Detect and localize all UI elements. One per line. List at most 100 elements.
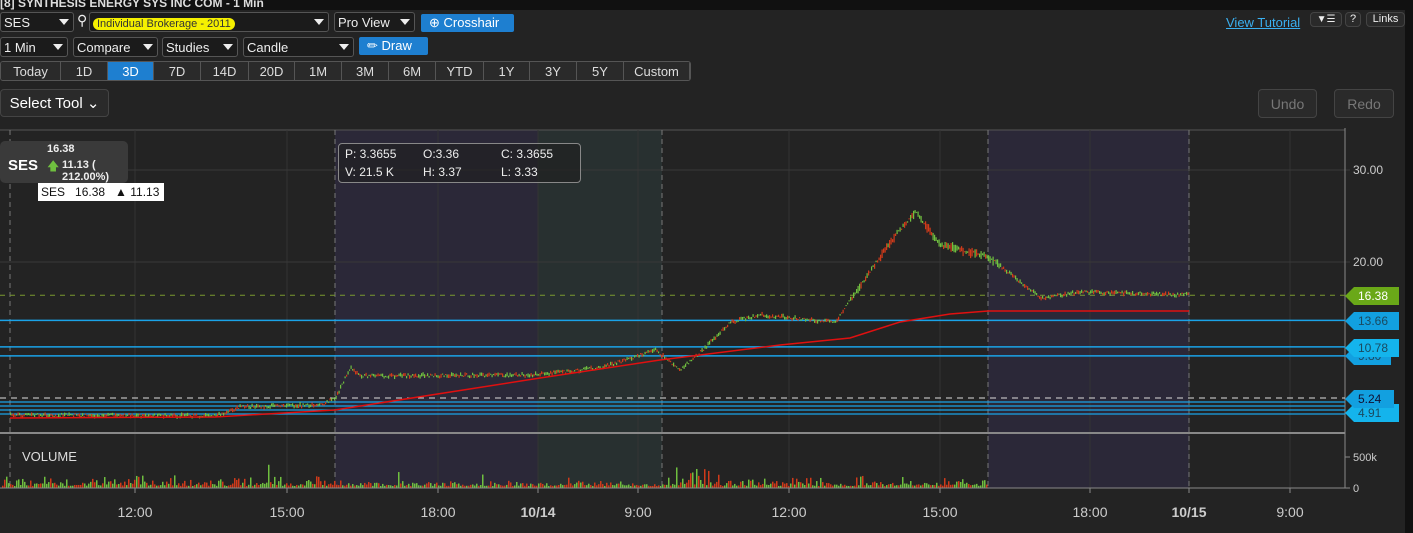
candle [1121,290,1123,294]
range-tab-5y[interactable]: 5Y [577,62,624,80]
candle [658,351,660,354]
volume-bar [926,483,928,488]
interval-value: 1 Min [4,40,36,55]
price-tag-label: 5.24 [1358,392,1382,406]
volume-bar [874,481,876,488]
volume-bar [318,476,320,488]
candle [484,375,486,378]
chevron-down-icon[interactable] [59,19,69,25]
volume-bar [686,482,688,488]
account-select[interactable]: Individual Brokerage - 2011 [89,12,329,32]
draw-button[interactable]: ✏ Draw [359,37,428,55]
candle [394,375,396,380]
candle [1141,292,1143,296]
volume-bar [790,483,792,488]
candle [1090,290,1092,294]
volume-bar [974,484,976,488]
volume-bar [114,479,116,488]
range-tab-3y[interactable]: 3Y [530,62,577,80]
volume-bar [620,481,622,488]
volume-bar [52,483,54,488]
volume-bar [454,482,456,488]
interval-select[interactable]: 1 Min [0,37,68,57]
range-tab-3m[interactable]: 3M [342,62,389,80]
candle [1079,291,1081,295]
candle [634,355,636,358]
candle [920,215,922,223]
candle [596,366,598,369]
compare-select[interactable]: Compare [73,37,158,57]
volume-bar [154,484,156,488]
pre-market-shading [538,130,662,488]
candle [1066,294,1068,297]
candle [230,408,232,411]
candle [815,319,817,324]
volume-bar [588,483,590,488]
candle [617,360,619,362]
candle [547,372,549,375]
range-tab-1d[interactable]: 1D [61,62,108,80]
studies-select[interactable]: Studies [162,37,238,57]
price-chart[interactable]: 30.00 20.00 VOLUME 500k 0 12:00 15:00 18:00 10/1… [0,128,1405,533]
candle [361,374,363,379]
range-tab-6m[interactable]: 6M [389,62,436,80]
candle [397,374,399,377]
candle [488,372,490,377]
range-tab-ytd[interactable]: YTD [436,62,484,80]
volume-bar [30,480,32,488]
range-tab-today[interactable]: Today [1,62,61,80]
candle [806,318,808,320]
volume-bar [704,469,706,488]
candle [173,413,175,417]
candle [1147,292,1149,296]
menu-button[interactable]: ▼☰ [1310,12,1342,27]
candle [716,334,718,337]
volume-bar [442,482,444,488]
candle [766,314,768,319]
range-tab-1m[interactable]: 1M [295,62,342,80]
undo-button[interactable]: Undo [1258,89,1317,118]
candle [605,364,607,367]
range-tab-1y[interactable]: 1Y [484,62,530,80]
view-select[interactable]: Pro View [334,12,415,32]
view-tutorial-link[interactable]: View Tutorial [1226,15,1300,30]
candle [653,348,655,352]
range-tab-7d[interactable]: 7D [154,62,201,80]
volume-bar [954,484,956,488]
candle [472,372,474,376]
range-tab-3d[interactable]: 3D [108,62,154,80]
symbol-input[interactable]: SES [0,12,74,32]
select-tool-button[interactable]: Select Tool ⌄ [0,89,109,117]
candle [425,375,427,377]
links-button[interactable]: Links [1366,12,1405,27]
volume-bar [152,480,154,488]
candle [689,359,691,362]
crosshair-button[interactable]: ⊕ Crosshair [421,14,514,32]
series-legend: SES 16.38 ▲ 11.13 [38,183,164,201]
candle [379,374,381,377]
range-tab-20d[interactable]: 20D [249,62,295,80]
volume-bar [708,470,710,488]
candle [398,373,400,377]
chart-type-select[interactable]: Candle [243,37,354,57]
candle [671,363,673,366]
redo-button[interactable]: Redo [1334,89,1394,118]
candle [836,318,838,323]
candle [736,321,738,323]
volume-bar [196,484,198,488]
candle [224,412,226,415]
candle [464,372,466,377]
volume-bar [526,483,528,488]
candle [647,349,649,353]
volume-bar [904,483,906,488]
volume-bar [130,482,132,488]
quote-symbol: SES [8,157,39,174]
range-tab-custom[interactable]: Custom [624,62,690,80]
range-tab-14d[interactable]: 14D [201,62,249,80]
help-button[interactable]: ? [1345,12,1361,27]
candle [314,404,316,407]
candle [323,403,325,406]
candle [410,375,412,378]
volume-bar [986,484,988,488]
candle [148,413,150,417]
